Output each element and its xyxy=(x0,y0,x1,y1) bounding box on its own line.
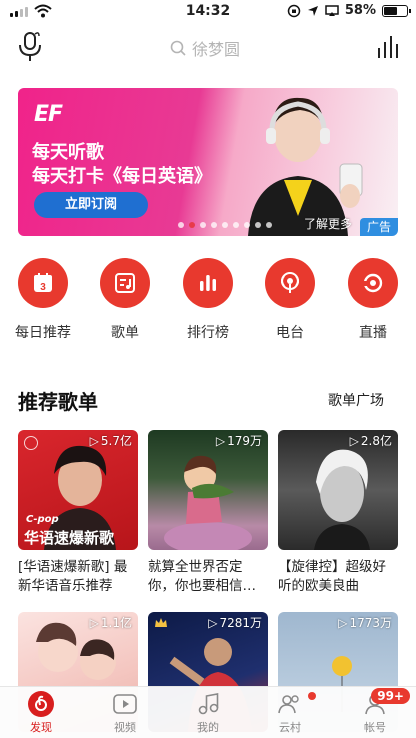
playlist-cover: ▷ 2.8亿 xyxy=(278,430,398,550)
shortcut-label: 电台 xyxy=(276,325,304,341)
play-count: ▷ 179万 xyxy=(215,433,262,449)
tab-label: 发现 xyxy=(30,721,52,734)
play-icon: ▷ xyxy=(89,433,99,448)
bottom-tab-bar: 发现 视频 我的 云村 帐号 xyxy=(0,686,416,738)
radio-icon xyxy=(265,258,315,308)
banner-headline-1: 每天听歌 xyxy=(32,142,104,163)
play-count: ▷ 7281万 xyxy=(208,615,262,631)
play-icon: ▷ xyxy=(338,615,348,630)
location-icon xyxy=(307,5,318,16)
microphone-icon[interactable] xyxy=(16,30,44,64)
shortcut-label: 歌单 xyxy=(111,325,139,341)
search-placeholder: 徐梦圆 xyxy=(192,40,241,59)
shortcut-daily-recommend[interactable]: 3 每日推荐 xyxy=(8,258,78,342)
play-icon: ▷ xyxy=(208,615,218,630)
chart-bars-icon xyxy=(183,258,233,308)
tab-label: 帐号 xyxy=(364,721,386,734)
play-icon: ▷ xyxy=(89,615,99,630)
shortcut-radio[interactable]: 电台 xyxy=(255,258,325,342)
playlist-title: 【旋律控】超级好听的欧美良曲 xyxy=(278,559,386,594)
shortcut-playlists[interactable]: 歌单 xyxy=(90,258,160,342)
banner-person-image xyxy=(248,97,363,236)
rotation-lock-icon xyxy=(287,4,301,17)
banner-headline-2: 每天打卡《每日英语》 xyxy=(32,166,212,187)
play-icon: ▷ xyxy=(215,433,226,448)
playlist-icon xyxy=(100,258,150,308)
learn-more-link[interactable]: 了解更多 xyxy=(304,215,352,232)
pagination-dot[interactable] xyxy=(211,222,217,228)
tab-label: 云村 xyxy=(279,721,301,734)
pagination-dot[interactable] xyxy=(222,222,228,228)
playlist-cover: ▷ 5.7亿 C-pop 华语速爆新歌 xyxy=(18,430,138,550)
play-count: ▷ 5.7亿 xyxy=(89,433,132,449)
pagination-dot[interactable] xyxy=(233,222,239,228)
top-bar: 徐梦圆 xyxy=(0,28,416,68)
cover-headline: 华语速爆新歌 xyxy=(24,529,115,547)
status-bar: 14:32 58% xyxy=(0,0,416,24)
battery-percent: 58% xyxy=(344,3,376,18)
play-count: ▷ 2.8亿 xyxy=(349,433,392,449)
cover-tag: C-pop xyxy=(26,514,59,525)
playlist-card[interactable]: ▷ 179万 就算全世界否定你，你也要相信… xyxy=(148,430,268,596)
playlist-title: [华语速爆新歌] 最新华语音乐推荐 xyxy=(18,559,128,594)
playlist-card[interactable]: ▷ 2.8亿 【旋律控】超级好听的欧美良曲 xyxy=(278,430,398,596)
play-icon: ▷ xyxy=(349,433,359,448)
subscribe-button[interactable]: 立即订阅 xyxy=(34,192,148,218)
shortcut-row: 3 每日推荐 歌单 排行榜 电台 直播 xyxy=(0,258,416,344)
battery-icon xyxy=(382,4,411,17)
status-right: 58% xyxy=(287,3,411,18)
shortcut-charts[interactable]: 排行榜 xyxy=(173,258,243,342)
pagination-dot[interactable] xyxy=(266,222,272,228)
pagination-dot[interactable] xyxy=(244,222,250,228)
playlist-square-link[interactable]: 歌单广场 xyxy=(328,390,384,410)
account-badge: 99+ xyxy=(371,688,410,704)
netease-logo-icon xyxy=(28,691,54,717)
playlist-title: 就算全世界否定你，你也要相信… xyxy=(148,559,256,594)
equalizer-icon[interactable] xyxy=(376,34,402,60)
pagination-dot[interactable] xyxy=(200,222,206,228)
tab-mine[interactable]: 我的 xyxy=(173,691,243,735)
banner-pagination xyxy=(178,222,272,228)
playlist-card[interactable]: ▷ 5.7亿 C-pop 华语速爆新歌 [华语速爆新歌] 最新华语音乐推荐 xyxy=(18,430,138,596)
live-icon xyxy=(348,258,398,308)
shortcut-label: 直播 xyxy=(359,325,387,341)
tab-label: 我的 xyxy=(197,721,219,734)
notification-dot xyxy=(308,692,316,700)
music-note-icon xyxy=(198,693,219,715)
pagination-dot[interactable] xyxy=(189,222,195,228)
playlist-cover: ▷ 179万 xyxy=(148,430,268,550)
friends-icon xyxy=(278,695,299,714)
video-icon xyxy=(113,694,137,714)
calendar-day: 3 xyxy=(40,282,46,293)
search-icon xyxy=(170,40,186,56)
screen-mirroring-icon xyxy=(325,4,339,16)
play-count: ▷ 1773万 xyxy=(338,615,392,631)
shortcut-live[interactable]: 直播 xyxy=(338,258,408,342)
play-count: ▷ 1.1亿 xyxy=(89,615,132,631)
pagination-dot[interactable] xyxy=(178,222,184,228)
ad-tag: 广告 xyxy=(360,218,398,236)
tab-label: 视频 xyxy=(114,721,136,734)
banner-logo: EF xyxy=(34,102,63,127)
tab-discover[interactable]: 发现 xyxy=(6,691,76,735)
pagination-dot[interactable] xyxy=(255,222,261,228)
calendar-icon: 3 xyxy=(18,258,68,308)
search-bar[interactable]: 徐梦圆 xyxy=(170,36,240,60)
tab-video[interactable]: 视频 xyxy=(90,691,160,735)
promo-banner[interactable]: EF 每天听歌 每天打卡《每日英语》 立即订阅 了解更多 广告 xyxy=(18,88,398,236)
shortcut-label: 每日推荐 xyxy=(15,325,71,341)
section-title: 推荐歌单 xyxy=(18,390,98,414)
shortcut-label: 排行榜 xyxy=(187,325,229,341)
